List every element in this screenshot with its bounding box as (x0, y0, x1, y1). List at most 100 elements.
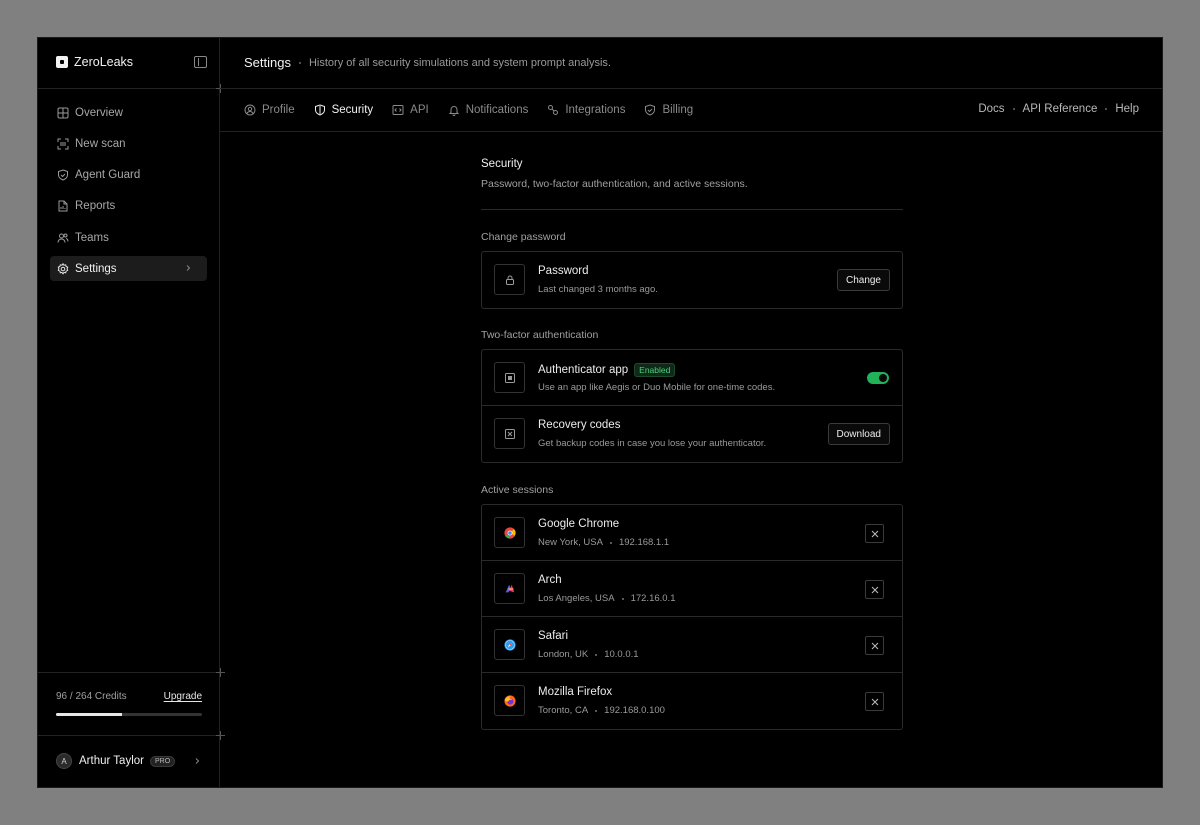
page-title: Settings (244, 55, 291, 70)
change-password-button[interactable]: Change (836, 269, 890, 291)
tab-label: Profile (262, 103, 295, 116)
grid-icon (57, 107, 69, 118)
gear-icon (57, 262, 69, 275)
password-subtitle: Last changed 3 months ago. (538, 284, 658, 295)
password-title: Password (538, 265, 589, 277)
authenticator-icon (504, 372, 515, 383)
divider (38, 88, 220, 89)
tab-label: Security (331, 103, 374, 116)
user-circle-icon (244, 104, 256, 115)
divider (220, 131, 1162, 132)
session-details: New York, USA 192.168.1.1 (538, 537, 669, 548)
row-icon-box (494, 418, 525, 449)
active-sessions-label: Active sessions (481, 484, 554, 496)
revoke-session-button[interactable] (865, 636, 884, 655)
tab-security[interactable]: Security (313, 88, 374, 132)
scan-icon (57, 138, 69, 150)
password-card: Password Last changed 3 months ago. Chan… (481, 251, 903, 309)
tab-label: Notifications (465, 103, 529, 116)
session-ip: 10.0.0.1 (604, 649, 639, 660)
separator-dot (595, 709, 598, 712)
credits-text: 96 / 264 Credits (56, 691, 127, 702)
authenticator-row: Authenticator app Enabled Use an app lik… (482, 350, 902, 406)
sidebar-item-label: Reports (75, 200, 116, 213)
recovery-code-icon (504, 428, 515, 439)
two-factor-label: Two-factor authentication (481, 329, 599, 341)
close-icon (871, 530, 878, 537)
header-links: Docs API Reference Help (978, 103, 1139, 115)
section-title: Security (481, 158, 523, 170)
revoke-session-button[interactable] (865, 524, 884, 543)
divider (38, 735, 220, 736)
docs-link[interactable]: Docs (978, 103, 1004, 115)
section-description: Password, two-factor authentication, and… (481, 178, 748, 190)
link-icon (548, 104, 559, 115)
tab-profile[interactable]: Profile (244, 88, 295, 131)
sidebar-item-settings[interactable]: Settings (50, 256, 207, 282)
close-icon (871, 698, 878, 705)
brand[interactable]: ZeroLeaks (56, 55, 133, 69)
shield-icon (58, 169, 68, 181)
session-browser: Arch (538, 574, 562, 586)
sidebar-item-label: Overview (75, 106, 123, 119)
authenticator-subtitle: Use an app like Aegis or Duo Mobile for … (538, 382, 776, 393)
shield-icon (314, 103, 325, 116)
authenticator-toggle[interactable] (867, 372, 889, 384)
session-row: Arch Los Angeles, USA 172.16.0.1 (482, 561, 902, 617)
sidebar-item-new-scan[interactable]: New scan (50, 131, 207, 156)
sidebar-collapse-icon[interactable] (194, 56, 207, 68)
bell-icon (448, 105, 459, 116)
sidebar-item-teams[interactable]: Teams (50, 225, 207, 250)
row-icon-box (494, 362, 525, 393)
sidebar-item-agent-guard[interactable]: Agent Guard (50, 163, 207, 188)
recovery-codes-row: Recovery codes Get backup codes in case … (482, 406, 902, 462)
credits-progress-bar (56, 713, 202, 716)
authenticator-title: Authenticator app (538, 364, 629, 376)
help-link[interactable]: Help (1115, 103, 1139, 115)
divider (38, 672, 220, 673)
tab-notifications[interactable]: Notifications (448, 88, 529, 131)
session-row: Google Chrome New York, USA 192.168.1.1 (482, 505, 902, 561)
revoke-session-button[interactable] (865, 580, 884, 599)
file-icon (58, 200, 68, 212)
session-ip: 192.168.1.1 (618, 537, 670, 548)
sidebar-item-overview[interactable]: Overview (50, 100, 207, 125)
download-codes-button[interactable]: Download (827, 423, 890, 445)
settings-tabs: Profile Security API Notifications Integ… (244, 88, 712, 132)
sidebar-item-reports[interactable]: Reports (50, 194, 207, 219)
session-browser: Mozilla Firefox (538, 686, 613, 698)
user-menu[interactable]: A Arthur Taylor PRO (56, 753, 202, 769)
arch-icon (505, 584, 514, 592)
separator-dot (1105, 108, 1108, 110)
sidebar-item-label: Teams (75, 231, 109, 244)
lock-icon (505, 275, 514, 285)
tab-api[interactable]: API (392, 88, 429, 131)
separator-dot (621, 597, 624, 600)
revoke-session-button[interactable] (865, 692, 884, 711)
chevron-right-icon (195, 758, 200, 764)
session-details: Los Angeles, USA 172.16.0.1 (538, 593, 675, 604)
tab-label: Integrations (565, 103, 626, 116)
api-reference-link[interactable]: API Reference (1023, 103, 1098, 115)
avatar: A (56, 753, 72, 769)
session-ip: 172.16.0.1 (630, 593, 676, 604)
badge-icon (645, 103, 656, 116)
logo-icon (56, 56, 68, 68)
upgrade-link[interactable]: Upgrade (164, 691, 202, 702)
security-section: Security Password, two-factor authentica… (481, 158, 903, 730)
row-icon-box (494, 573, 525, 604)
session-details: Toronto, CA 192.168.0.100 (538, 705, 665, 716)
session-browser: Safari (538, 630, 569, 642)
session-browser: Google Chrome (538, 518, 620, 530)
row-icon-box (494, 629, 525, 660)
authenticator-title-row: Authenticator app Enabled (538, 363, 676, 377)
tab-integrations[interactable]: Integrations (547, 88, 625, 131)
close-icon (871, 586, 878, 593)
plan-badge: PRO (149, 755, 176, 767)
separator-dot (1012, 108, 1015, 110)
sidebar-item-label: Agent Guard (75, 169, 141, 182)
session-location: New York, USA (538, 537, 603, 548)
tab-billing[interactable]: Billing (644, 88, 693, 131)
row-icon-box (494, 264, 525, 295)
page-subtitle: History of all security simulations and … (308, 56, 611, 69)
